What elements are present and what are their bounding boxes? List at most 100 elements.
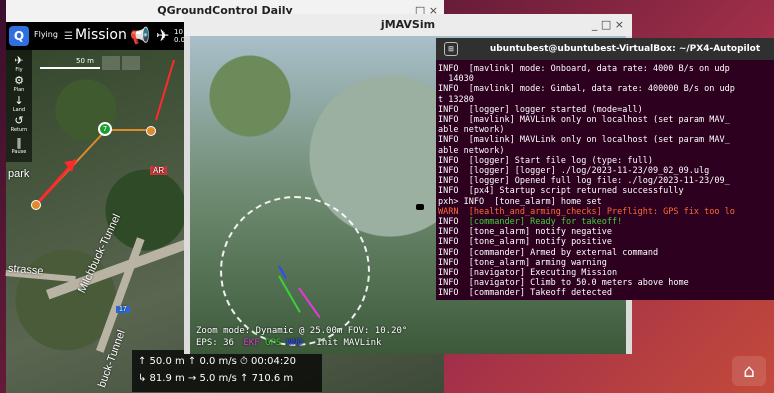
terminal-line: INFO [mavlink] MAVLink only on localhost… [438, 135, 772, 145]
terminal-line: INFO [mavlink] MAVLink only on localhost… [438, 115, 772, 125]
terminal-line: pxh> INFO [tone_alarm] home set [438, 197, 772, 207]
log-level: INFO [438, 115, 459, 126]
map-scale-label: 50 m [76, 57, 94, 65]
vehicle-status-icon[interactable]: ✈ [156, 26, 169, 45]
log-message: [health_and_arming_checks] Preflight: GP… [458, 206, 735, 217]
log-level: INFO [438, 288, 459, 299]
log-message: [commander] Takeoff detected [458, 288, 613, 299]
hud-wind: WND [286, 338, 303, 348]
tool-fly[interactable]: ✈ Fly [6, 54, 32, 73]
log-level: INFO [438, 268, 459, 279]
terminal-line: INFO [tone_alarm] notify positive [438, 237, 772, 247]
terminal-line: INFO [logger] [logger] ./log/2023-11-23/… [438, 166, 772, 176]
tool-land-label: Land [12, 107, 26, 113]
log-level: INFO [438, 84, 459, 95]
megaphone-icon[interactable]: 📢 [130, 26, 150, 45]
log-message: 14030 [438, 74, 474, 85]
terminal-line: INFO [navigator] Executing Mission [438, 268, 772, 278]
log-level: INFO [438, 135, 459, 146]
terminal-window: ⊞ ubuntubest@ubuntubest-VirtualBox: ~/PX… [436, 38, 774, 300]
log-level: INFO [438, 257, 459, 268]
tool-pause-label: Pause [11, 149, 27, 155]
terminal-output[interactable]: INFO [mavlink] mode: Onboard, data rate:… [438, 64, 772, 300]
log-message: [navigator] Climb to 50.0 meters above h… [458, 278, 689, 289]
terminal-line: INFO [commander] Armed by external comma… [438, 248, 772, 258]
hud-eps: EPS: 36 [196, 338, 234, 348]
log-level: INFO [438, 64, 459, 74]
tool-pause[interactable]: ‖ Pause [6, 136, 32, 155]
terminal-line: WARN [health_and_arming_checks] Prefligh… [438, 207, 772, 217]
terminal-line: t 13280 [438, 95, 772, 105]
log-message: [tone_alarm] notify positive [458, 237, 613, 248]
compass-ring [220, 196, 370, 346]
telemetry-row-1: ↑ 50.0 m ↑ 0.0 m/s ⏱ 00:04:20 [138, 356, 296, 367]
plan-mode-selector[interactable]: ☰ Mission [64, 27, 127, 43]
return-icon: ↺ [14, 114, 24, 127]
log-message: [mavlink] mode: Onboard, data rate: 4000… [458, 64, 730, 74]
tool-plan[interactable]: ⚙ Plan [6, 74, 32, 93]
tool-return-label: Return [10, 127, 28, 133]
map-scale-bar [40, 67, 100, 69]
flight-mode-label[interactable]: Flying [34, 30, 58, 39]
log-message: [mavlink] MAVLink only on localhost (set… [458, 115, 730, 126]
log-message: [tone_alarm] arming warning [458, 257, 607, 268]
log-level: INFO [438, 176, 459, 187]
log-message: [tone_alarm] notify negative [458, 227, 613, 238]
log-level: INFO [438, 217, 459, 228]
waypoint-marker[interactable] [146, 126, 156, 136]
log-level: INFO [438, 237, 459, 248]
terminal-line: INFO [mavlink] mode: Onboard, data rate:… [438, 64, 772, 74]
log-message: [logger] logger started (mode=all) [458, 104, 643, 115]
qgc-logo-icon[interactable]: Q [9, 26, 29, 46]
jmavsim-window-controls[interactable]: _ □ × [592, 14, 624, 36]
tool-strip: ✈ Fly ⚙ Plan ↓ Land ↺ Return ‖ Pause [6, 50, 32, 162]
log-level: INFO [438, 166, 459, 177]
plan-icon: ⚙ [14, 74, 24, 87]
log-message: [navigator] Executing Mission [458, 268, 618, 279]
map-scale: 50 m [40, 57, 100, 71]
jmavsim-titlebar: jMAVSim _ □ × [184, 14, 632, 36]
terminal-line: INFO [tone_alarm] arming warning [438, 258, 772, 268]
new-tab-icon[interactable]: ⊞ [444, 42, 458, 56]
terminal-line: INFO [navigator] Climb to 50.0 meters ab… [438, 278, 772, 288]
terminal-line: INFO [commander] Ready for takeoff! [438, 217, 772, 227]
zoom-controls [102, 55, 142, 74]
telemetry-row-2: ↳ 81.9 m → 5.0 m/s ↑ 710.6 m [138, 373, 294, 384]
log-message: able network) [438, 145, 505, 156]
hud-status-line: EPS: 36 EKF GPS WND Init MAVLink [196, 338, 381, 348]
terminal-line: 14030 [438, 74, 772, 84]
log-message: [logger] [logger] ./log/2023-11-23/09_02… [458, 166, 710, 177]
terminal-line: INFO [logger] Opened full log file: ./lo… [438, 176, 772, 186]
terminal-line: INFO [logger] logger started (mode=all) [438, 105, 772, 115]
log-level: pxh> [438, 196, 459, 207]
log-message: [mavlink] MAVLink only on localhost (set… [458, 135, 730, 146]
tool-fly-label: Fly [15, 67, 23, 73]
waypoint-marker[interactable] [31, 200, 41, 210]
drone-icon [416, 204, 424, 210]
fly-icon: ✈ [14, 54, 24, 67]
tool-land[interactable]: ↓ Land [6, 94, 32, 113]
terminal-line: able network) [438, 125, 772, 135]
zoom-in-button[interactable] [102, 56, 120, 70]
tool-return[interactable]: ↺ Return [6, 114, 32, 133]
telemetry-panel: ↑ 50.0 m ↑ 0.0 m/s ⏱ 00:04:20 ↳ 81.9 m →… [132, 350, 322, 392]
vehicle-marker[interactable]: 7 [98, 122, 112, 136]
terminal-line: able network) [438, 146, 772, 156]
log-message: [logger] Opened full log file: ./log/202… [458, 176, 730, 187]
log-message: [commander] Armed by external command [458, 247, 659, 258]
tool-plan-label: Plan [13, 87, 25, 93]
log-message: t 13280 [438, 94, 474, 105]
log-message: able network) [438, 125, 505, 136]
terminal-line: INFO [mavlink] mode: Gimbal, data rate: … [438, 84, 772, 94]
hud-zoom-line: Zoom mode: Dynamic @ 25.00m FOV: 10.20° [196, 326, 408, 336]
home-folder-icon[interactable]: ⌂ [732, 356, 766, 386]
log-level: INFO [438, 186, 459, 197]
log-message: [logger] Start file log (type: full) [458, 155, 653, 166]
log-level: INFO [438, 227, 459, 238]
direction-line [155, 59, 175, 121]
terminal-titlebar: ⊞ ubuntubest@ubuntubest-VirtualBox: ~/PX… [436, 38, 774, 60]
terminal-line: INFO [px4] Startup script returned succe… [438, 186, 772, 196]
zoom-out-button[interactable] [122, 56, 140, 70]
mission-icon: ☰ [64, 31, 73, 42]
terminal-line: INFO [tone_alarm] notify negative [438, 227, 772, 237]
